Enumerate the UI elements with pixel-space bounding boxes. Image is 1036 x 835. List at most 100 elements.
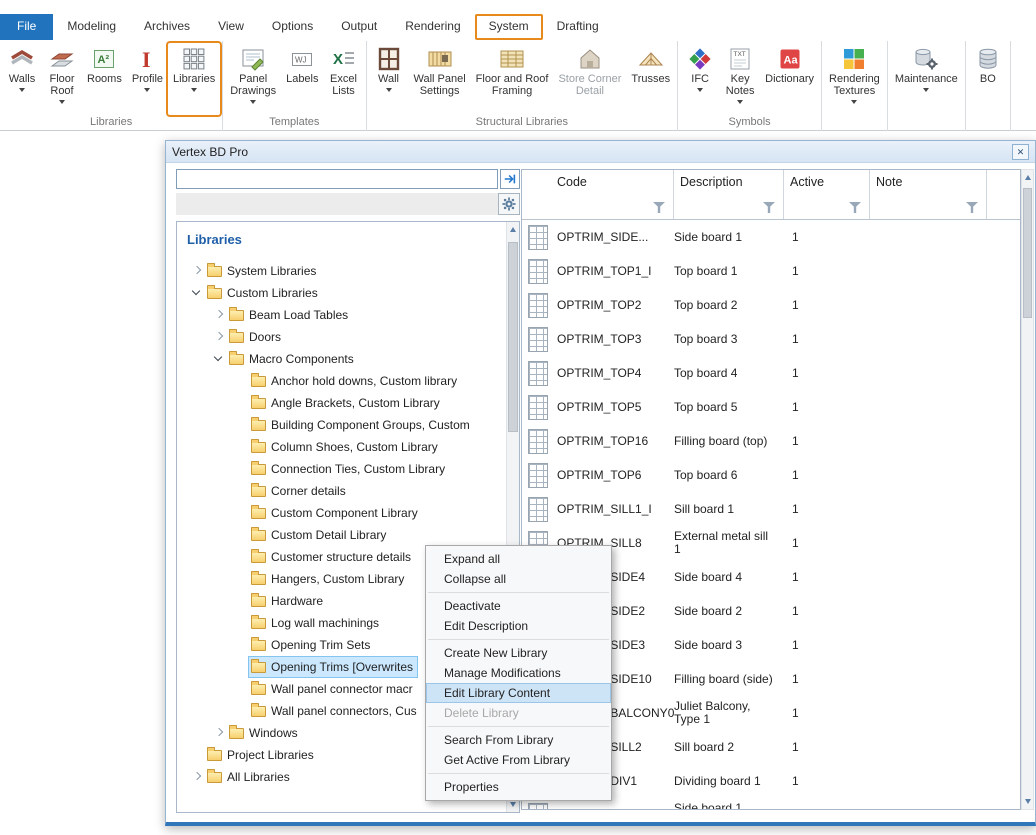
table-row[interactable]: OPTRIM_SIDE...Side board 11 [522,220,1020,254]
ribbon-button-floor-and-roof-framing[interactable]: Floor and RoofFraming [471,43,554,115]
tab-drafting[interactable]: Drafting [543,14,613,40]
tab-modeling[interactable]: Modeling [53,14,130,40]
menu-item-edit-description[interactable]: Edit Description [426,616,611,636]
tree-item-label: Customer structure details [271,550,411,564]
tree-item-doors[interactable]: Doors [177,326,506,348]
dialog-titlebar[interactable]: Vertex BD Pro [166,141,1035,163]
tree-item-corner-details[interactable]: Corner details [177,480,506,502]
ribbon-button-walls[interactable]: Walls [2,43,42,115]
chevron-right-icon[interactable] [213,727,225,739]
menu-item-get-active-from-library[interactable]: Get Active From Library [426,750,611,770]
tree-item-macro-components[interactable]: Macro Components [177,348,506,370]
search-go-button[interactable] [500,169,520,189]
ribbon-button-wall[interactable]: Wall [369,43,409,115]
ribbon-button-floor-roof[interactable]: FloorRoof [42,43,82,115]
menu-item-collapse-all[interactable]: Collapse all [426,569,611,589]
ribbon-button-panel-drawings[interactable]: PanelDrawings [225,43,281,115]
library-item-icon [528,803,548,810]
search-input[interactable] [176,169,498,189]
table-row[interactable]: OPTRIM_TOP1_ITop board 11 [522,254,1020,288]
column-header-note[interactable]: Note [870,170,987,219]
tree-item-column-shoes-custom-library[interactable]: Column Shoes, Custom Library [177,436,506,458]
ribbon-group-label: Structural Libraries [369,115,676,131]
filter-funnel-icon[interactable] [652,201,666,214]
cell-active: 1 [784,604,870,618]
tree-item-custom-component-library[interactable]: Custom Component Library [177,502,506,524]
column-header-active[interactable]: Active [784,170,870,219]
tab-rendering[interactable]: Rendering [391,14,474,40]
scroll-down-icon[interactable] [510,802,516,807]
scroll-thumb[interactable] [1023,188,1032,318]
ribbon-button-label: Wall [378,73,399,85]
menu-item-manage-modifications[interactable]: Manage Modifications [426,663,611,683]
filter-funnel-icon[interactable] [965,201,979,214]
tab-archives[interactable]: Archives [130,14,204,40]
ribbon-button-ifc[interactable]: IFC [680,43,720,115]
tab-options[interactable]: Options [258,14,327,40]
row-icon-cell [522,327,554,352]
menu-item-create-new-library[interactable]: Create New Library [426,643,611,663]
tree-item-connection-ties-custom-library[interactable]: Connection Ties, Custom Library [177,458,506,480]
tree-item-label: Custom Detail Library [271,528,386,542]
filter-funnel-icon[interactable] [762,201,776,214]
settings-gear-button[interactable] [498,193,520,215]
tree-item-system-libraries[interactable]: System Libraries [177,260,506,282]
menu-item-delete-library[interactable]: Delete Library [426,703,611,723]
cell-active: 1 [784,808,870,809]
library-item-icon [528,429,548,454]
menu-item-deactivate[interactable]: Deactivate [426,596,611,616]
scroll-up-icon[interactable] [1025,175,1031,180]
chevron-down-icon[interactable] [213,353,225,365]
tab-view[interactable]: View [204,14,258,40]
menu-item-edit-library-content[interactable]: Edit Library Content [426,683,611,703]
close-icon[interactable] [1012,144,1029,160]
column-header-description[interactable]: Description [674,170,784,219]
chevron-right-icon[interactable] [191,771,203,783]
menu-item-properties[interactable]: Properties [426,777,611,797]
menu-item-search-from-library[interactable]: Search From Library [426,730,611,750]
table-row[interactable]: OPTRIM_TOP5Top board 51 [522,390,1020,424]
ribbon-button-wall-panel-settings[interactable]: Wall PanelSettings [409,43,471,115]
tab-system[interactable]: System [475,14,543,40]
scroll-down-icon[interactable] [1025,799,1031,804]
ribbon-button-trusses[interactable]: Trusses [626,43,675,115]
ribbon-button-rendering-textures[interactable]: RenderingTextures [824,43,885,115]
ribbon-button-dictionary[interactable]: AaDictionary [760,43,819,115]
table-row[interactable]: OPTRIM_TOP6Top board 61 [522,458,1020,492]
chevron-right-icon[interactable] [213,331,225,343]
tree-item-beam-load-tables[interactable]: Beam Load Tables [177,304,506,326]
tree-item-anchor-hold-downs-custom-library[interactable]: Anchor hold downs, Custom library [177,370,506,392]
scroll-up-icon[interactable] [510,227,516,232]
table-row[interactable]: OPTRIM_TOP2Top board 21 [522,288,1020,322]
ribbon-button-libraries[interactable]: Libraries [168,43,220,115]
ribbon-button-maintenance[interactable]: Maintenance [890,43,963,115]
chevron-right-icon[interactable] [191,265,203,277]
ribbon-button-excel-lists[interactable]: XExcelLists [324,43,364,115]
ribbon-button-key-notes[interactable]: TXTKeyNotes [720,43,760,115]
scroll-thumb[interactable] [508,242,518,432]
tab-file[interactable]: File [0,14,53,40]
tree-item-custom-libraries[interactable]: Custom Libraries [177,282,506,304]
ribbon-button-labels[interactable]: WJLabels [281,43,323,115]
chevron-right-icon[interactable] [213,309,225,321]
ribbon-button-label: Trusses [631,73,670,85]
ribbon-button-profile[interactable]: IProfile [127,43,168,115]
filter-funnel-icon[interactable] [848,201,862,214]
table-row[interactable]: OPTRIM_TOP3Top board 31 [522,322,1020,356]
tree-item-angle-brackets-custom-library[interactable]: Angle Brackets, Custom Library [177,392,506,414]
column-header-code[interactable]: Code [522,170,674,219]
cell-desc: Dividing board 1 [674,775,784,788]
table-row[interactable]: OPTRIM_SILL1_ISill board 11 [522,492,1020,526]
table-row[interactable]: OPTRIM_TOP16Filling board (top)1 [522,424,1020,458]
folder-icon [251,640,266,651]
table-scrollbar[interactable] [1021,169,1034,810]
tree-item-building-component-groups-custom[interactable]: Building Component Groups, Custom [177,414,506,436]
menu-item-expand-all[interactable]: Expand all [426,549,611,569]
tree-item-custom-detail-library[interactable]: Custom Detail Library [177,524,506,546]
ribbon-button-store-corner-detail[interactable]: Store CornerDetail [553,43,626,115]
tab-output[interactable]: Output [327,14,391,40]
ribbon-button-rooms[interactable]: A²Rooms [82,43,127,115]
ribbon-button-bo[interactable]: BO [968,43,1008,115]
chevron-down-icon[interactable] [191,287,203,299]
table-row[interactable]: OPTRIM_TOP4Top board 41 [522,356,1020,390]
